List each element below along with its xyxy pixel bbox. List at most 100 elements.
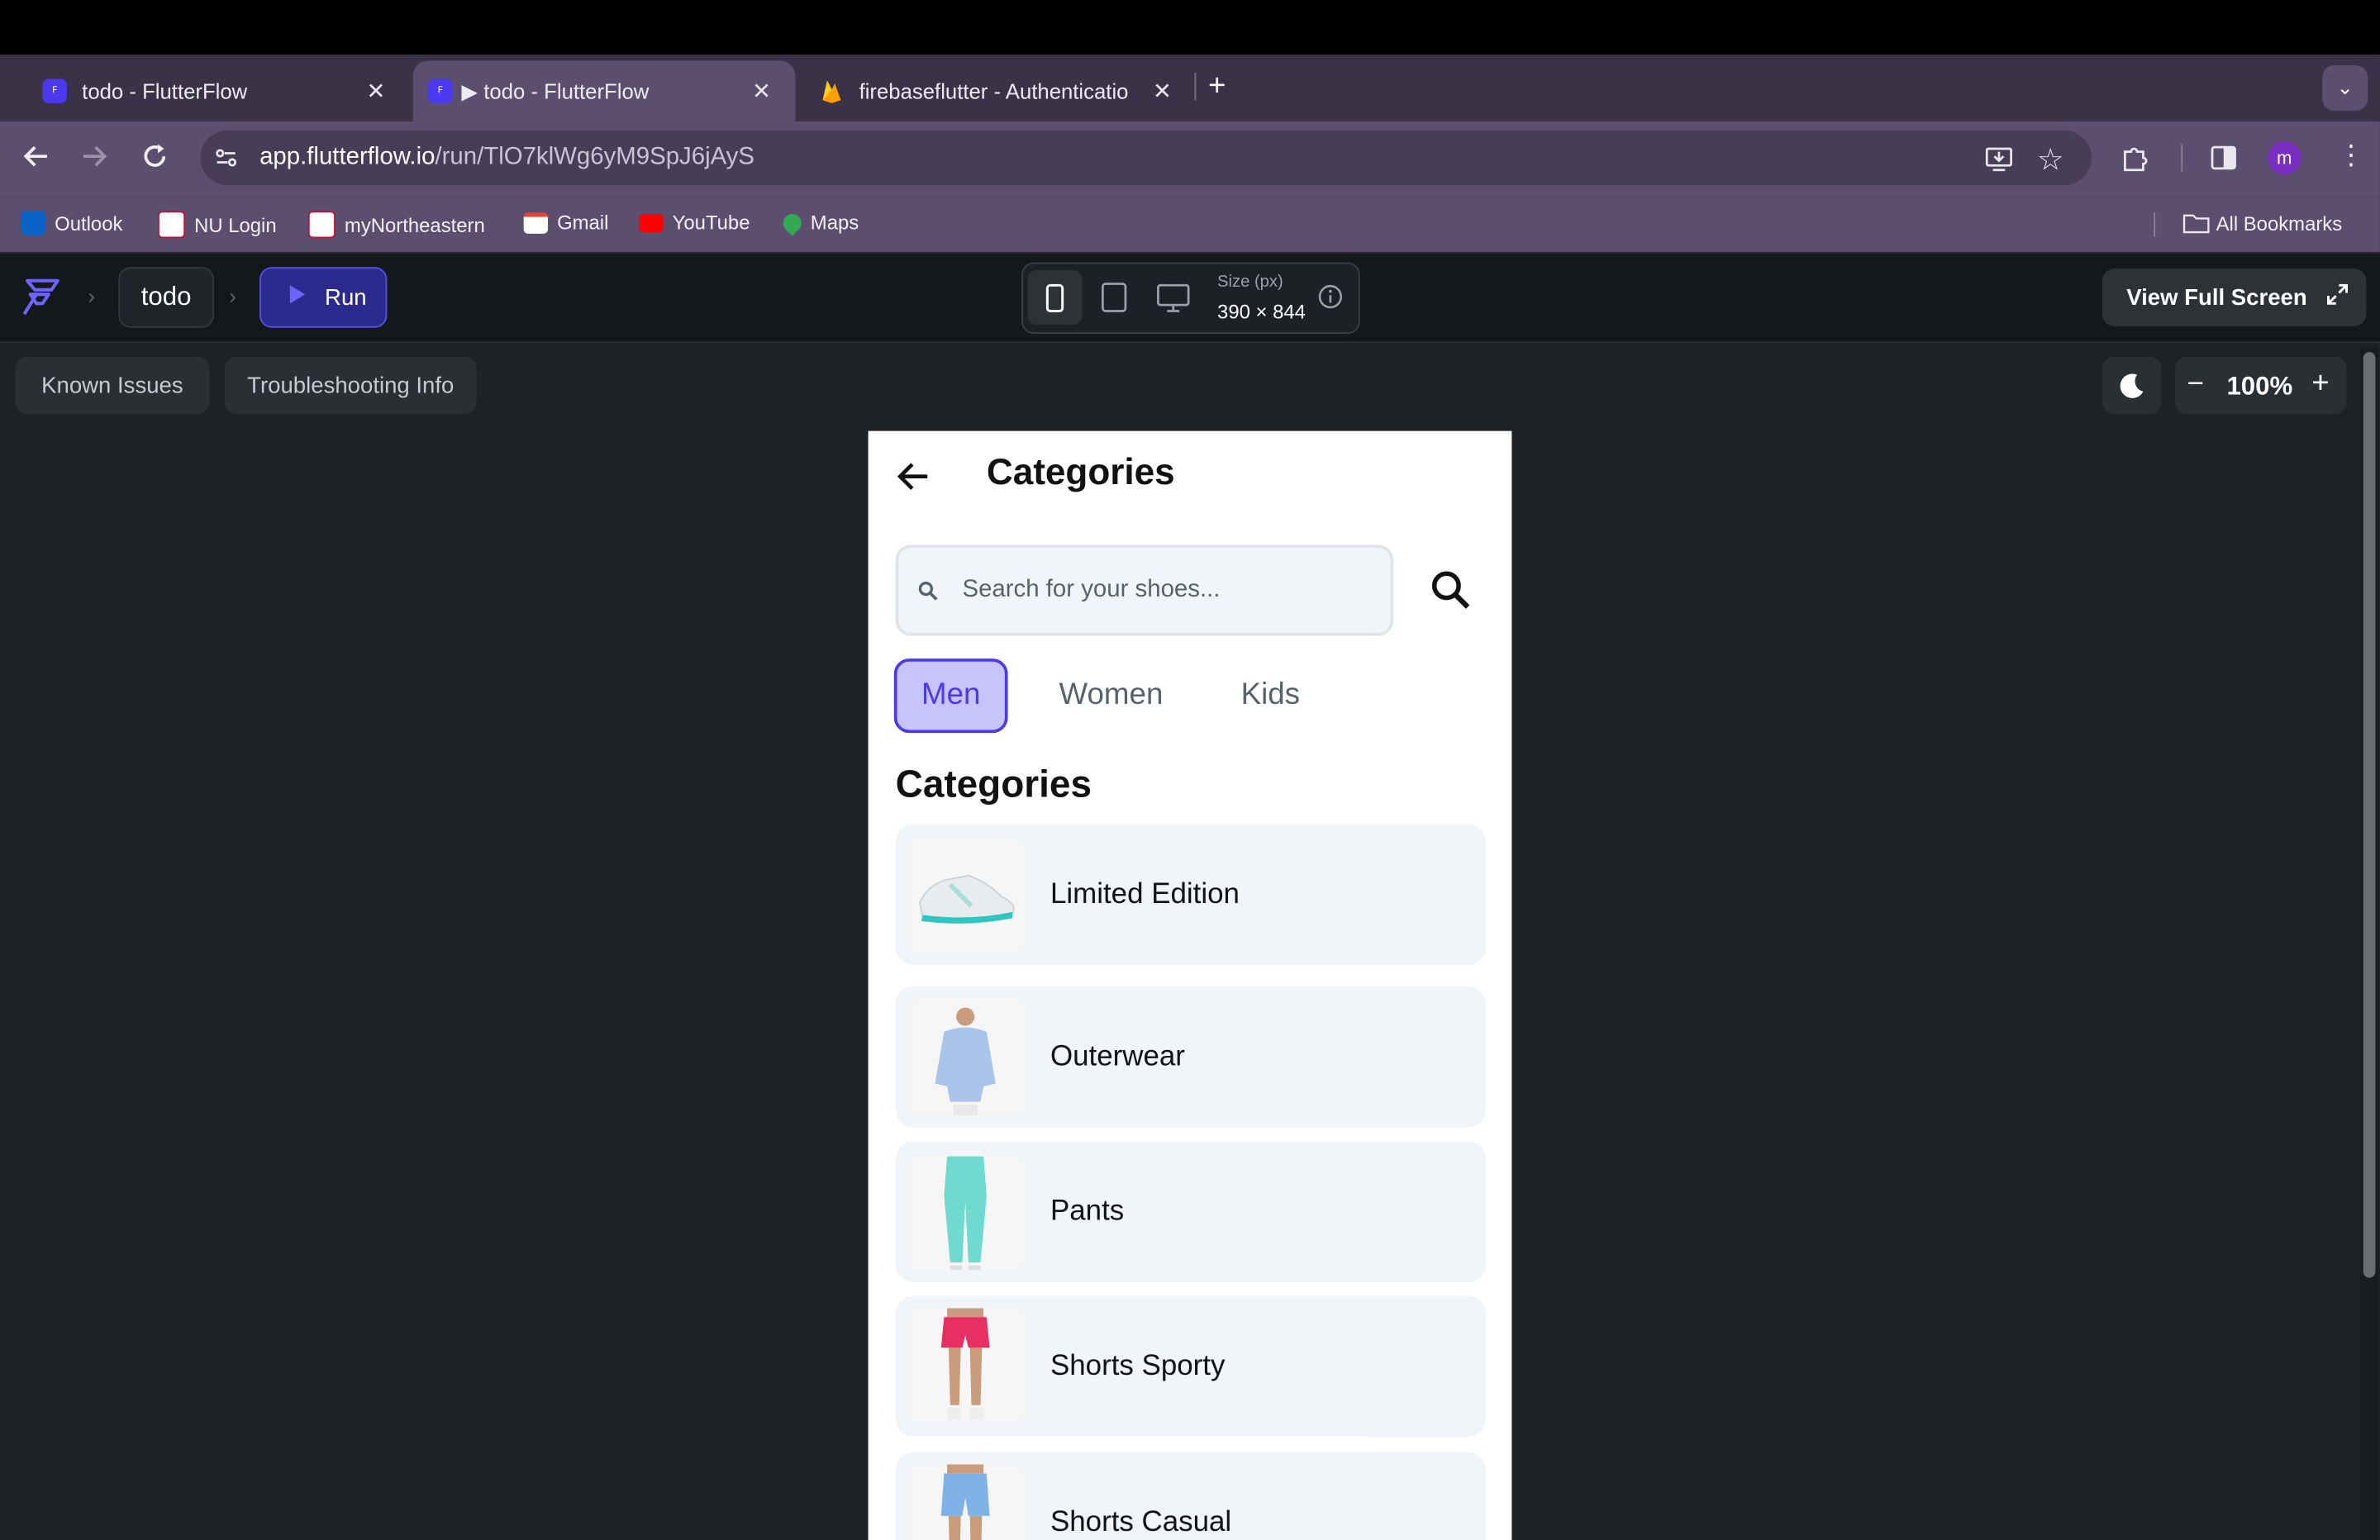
youtube-icon bbox=[639, 213, 664, 232]
url-host: app.flutterflow.io bbox=[259, 144, 436, 170]
bookmark-label: NU Login bbox=[194, 213, 277, 236]
search-placeholder: Search for your shoes... bbox=[962, 576, 1221, 603]
play-icon bbox=[288, 283, 307, 311]
bookmark-star-icon[interactable]: ☆ bbox=[2037, 141, 2064, 179]
flutterflow-favicon: ꟳ bbox=[42, 78, 67, 103]
tab-men[interactable]: Men bbox=[893, 658, 1008, 734]
run-button[interactable]: Run bbox=[259, 267, 388, 328]
maps-pin-icon bbox=[779, 209, 806, 235]
section-title: Categories bbox=[895, 763, 1092, 806]
forward-arrow-icon[interactable] bbox=[79, 141, 110, 179]
flutterflow-logo-icon[interactable] bbox=[21, 274, 64, 327]
category-label: Outerwear bbox=[1050, 1040, 1185, 1073]
back-arrow-icon[interactable] bbox=[896, 459, 932, 502]
flutterflow-favicon: ꟳ bbox=[427, 78, 453, 103]
category-label: Pants bbox=[1050, 1195, 1125, 1228]
bookmark-outlook[interactable]: Outlook bbox=[21, 211, 123, 235]
tab-title: firebaseflutter - Authenticatio bbox=[859, 78, 1129, 103]
bookmark-youtube[interactable]: YouTube bbox=[639, 211, 750, 234]
install-app-icon[interactable] bbox=[1984, 143, 2015, 181]
dark-mode-toggle[interactable] bbox=[2102, 356, 2162, 415]
view-full-screen-label: View Full Screen bbox=[2126, 284, 2307, 311]
browser-tab-1[interactable]: ꟳ todo - FlutterFlow ✕ bbox=[12, 60, 410, 121]
bookmark-nu-login[interactable]: NU Login bbox=[158, 211, 277, 239]
back-arrow-icon[interactable] bbox=[21, 141, 52, 179]
category-card-shorts-sporty[interactable]: Shorts Sporty bbox=[895, 1295, 1487, 1438]
bookmark-label: Maps bbox=[810, 211, 859, 234]
phone-device-button[interactable] bbox=[1027, 269, 1083, 326]
category-card-limited-edition[interactable]: Limited Edition bbox=[895, 824, 1487, 966]
search-icon bbox=[918, 582, 938, 601]
zoom-level: 100% bbox=[2226, 371, 2293, 401]
all-bookmarks-label: All Bookmarks bbox=[2216, 212, 2343, 235]
os-top-bar bbox=[0, 0, 2380, 55]
tab-kids[interactable]: Kids bbox=[1226, 658, 1315, 733]
view-full-screen-button[interactable]: View Full Screen bbox=[2102, 269, 2367, 326]
breadcrumb-chevron-icon: › bbox=[229, 283, 236, 308]
bookmark-maps[interactable]: Maps bbox=[779, 209, 859, 235]
url-path: /run/TlO7klWg6yM9SpJ6jAyS bbox=[435, 144, 754, 170]
northeastern-icon bbox=[307, 211, 336, 239]
category-label: Shorts Sporty bbox=[1050, 1350, 1226, 1383]
bookmark-gmail[interactable]: Gmail bbox=[523, 211, 609, 234]
zoom-control: − 100% + bbox=[2174, 356, 2347, 415]
bookmark-label: YouTube bbox=[672, 211, 750, 234]
close-tab-icon[interactable]: ✕ bbox=[1153, 78, 1172, 105]
pants-image bbox=[907, 1153, 1025, 1271]
info-icon[interactable] bbox=[1317, 283, 1343, 316]
expand-arrows-icon bbox=[2325, 283, 2349, 313]
breadcrumb-chevron-icon: › bbox=[88, 283, 96, 308]
outlook-icon bbox=[21, 211, 46, 235]
page-scrollbar-thumb[interactable] bbox=[2363, 352, 2376, 1278]
tab-women[interactable]: Women bbox=[1045, 658, 1178, 733]
all-bookmarks[interactable]: All Bookmarks bbox=[2182, 211, 2342, 235]
browser-tab-2[interactable]: ꟳ ▶ todo - FlutterFlow ✕ bbox=[412, 60, 796, 121]
category-label: Shorts Casual bbox=[1050, 1506, 1232, 1539]
browser-tab-3[interactable]: firebaseflutter - Authenticatio ✕ bbox=[804, 60, 1183, 121]
page-title: Categories bbox=[986, 452, 1175, 493]
profile-avatar[interactable]: m bbox=[2268, 140, 2301, 175]
shorts-blue-image bbox=[907, 1464, 1025, 1540]
extensions-puzzle-icon[interactable] bbox=[2121, 143, 2151, 181]
run-label: Run bbox=[325, 284, 367, 311]
browser-menu-icon[interactable]: ⋮ bbox=[2338, 141, 2365, 169]
troubleshooting-info-button[interactable]: Troubleshooting Info bbox=[224, 356, 477, 415]
shorts-pink-image bbox=[907, 1308, 1025, 1425]
hoodie-image bbox=[907, 998, 1025, 1115]
zoom-out-icon[interactable]: − bbox=[2187, 368, 2204, 402]
bookmark-label: Gmail bbox=[557, 211, 609, 234]
close-tab-icon[interactable]: ✕ bbox=[366, 78, 385, 105]
category-label: Limited Edition bbox=[1050, 878, 1240, 911]
toolbar-divider bbox=[2181, 144, 2183, 172]
tab-divider bbox=[1194, 73, 1197, 101]
side-panel-icon[interactable] bbox=[2210, 144, 2237, 178]
bookmark-mynortheastern[interactable]: myNortheastern bbox=[307, 211, 485, 239]
moon-icon bbox=[2120, 373, 2144, 398]
project-breadcrumb[interactable]: todo bbox=[118, 267, 214, 328]
bookmarks-divider bbox=[2154, 212, 2156, 237]
reload-icon[interactable] bbox=[140, 141, 170, 179]
category-card-pants[interactable]: Pants bbox=[895, 1141, 1487, 1283]
tab-title: todo - FlutterFlow bbox=[82, 78, 248, 103]
desktop-device-button[interactable] bbox=[1157, 283, 1190, 320]
gmail-icon bbox=[523, 212, 549, 233]
tab-search-chevron-icon[interactable]: ⌄ bbox=[2322, 64, 2368, 112]
new-tab-icon[interactable]: + bbox=[1208, 69, 1226, 104]
tab-title: ▶ todo - FlutterFlow bbox=[461, 78, 650, 102]
bookmark-label: Outlook bbox=[55, 212, 123, 235]
sneaker-image bbox=[907, 836, 1025, 953]
folder-icon bbox=[2182, 211, 2210, 235]
known-issues-button[interactable]: Known Issues bbox=[15, 356, 210, 415]
site-info-icon[interactable] bbox=[211, 143, 241, 173]
url-text[interactable]: app.flutterflow.io/run/TlO7klWg6yM9SpJ6j… bbox=[259, 144, 754, 171]
search-button-icon[interactable] bbox=[1430, 569, 1472, 620]
northeastern-icon bbox=[158, 211, 186, 239]
tablet-device-button[interactable] bbox=[1101, 283, 1128, 321]
size-value: 390 × 844 bbox=[1217, 300, 1306, 324]
search-input[interactable]: Search for your shoes... bbox=[895, 544, 1394, 636]
zoom-in-icon[interactable]: + bbox=[2311, 367, 2329, 402]
close-tab-icon[interactable]: ✕ bbox=[752, 78, 771, 105]
category-card-shorts-casual[interactable]: Shorts Casual bbox=[895, 1452, 1487, 1540]
size-label: Size (px) bbox=[1217, 273, 1283, 292]
category-card-outerwear[interactable]: Outerwear bbox=[895, 986, 1487, 1128]
